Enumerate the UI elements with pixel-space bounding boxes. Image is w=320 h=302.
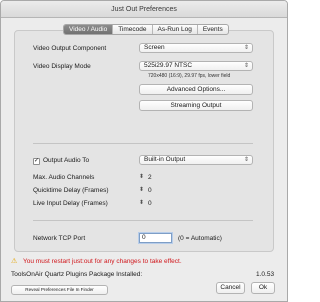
video-display-mode-info: 720x480 (16:9), 29.97 fps, lower field [148,73,231,79]
warning-triangle-icon: ⚠ [11,258,18,265]
quicktime-delay-label: Quicktime Delay (Frames) [33,187,109,194]
network-tcp-port-input[interactable]: 0 [139,233,172,243]
live-input-delay-value[interactable]: 0 [148,200,152,207]
stepper-arrows-icon[interactable]: ⬍ [139,187,144,194]
reveal-preferences-button[interactable]: Reveal Preferences File In Finder [11,285,108,295]
output-audio-checkbox[interactable]: ✓ [33,158,40,165]
stepper-arrows-icon[interactable]: ⬍ [139,200,144,207]
tab-timecode[interactable]: Timecode [113,25,153,34]
quicktime-delay-value[interactable]: 0 [148,187,152,194]
up-down-chevron-icon: ⇕ [243,157,249,163]
ok-button[interactable]: Ok [251,282,275,294]
network-tcp-port-hint: (0 = Automatic) [178,235,222,242]
video-display-mode-value: 525i29.97 NTSC [144,62,193,69]
window-title: Just Out Preferences [1,1,287,18]
section-divider [33,220,253,221]
stepper-arrows-icon[interactable]: ⬍ [139,174,144,181]
cancel-button[interactable]: Cancel [216,282,245,294]
advanced-options-button[interactable]: Advanced Options... [139,84,253,95]
output-audio-label: Output Audio To [43,157,90,164]
video-display-mode-popup[interactable]: 525i29.97 NTSC ⇕ [139,61,253,71]
output-audio-popup[interactable]: Built-in Output ⇕ [139,155,253,165]
max-audio-channels-label: Max. Audio Channels [33,174,95,181]
up-down-chevron-icon: ⇕ [243,45,249,51]
preferences-window: Just Out Preferences Video / Audio Timec… [0,0,288,302]
tab-bar: Video / Audio Timecode As-Run Log Events [63,24,229,35]
network-tcp-port-label: Network TCP Port [33,235,86,242]
output-audio-value: Built-in Output [144,156,186,163]
video-display-mode-label: Video Display Mode [33,63,91,70]
video-output-component-value: Screen [144,44,165,51]
restart-warning: You must restart just:out for any change… [23,258,182,265]
video-output-component-popup[interactable]: Screen ⇕ [139,43,253,53]
tab-events[interactable]: Events [198,25,228,34]
video-output-component-label: Video Output Component [33,45,107,52]
live-input-delay-label: Live Input Delay (Frames) [33,200,108,207]
tab-as-run-log[interactable]: As-Run Log [153,25,198,34]
section-divider [33,143,253,144]
max-audio-channels-value[interactable]: 2 [148,174,152,181]
plugins-package-label: ToolsOnAir Quartz Plugins Package Instal… [11,271,143,278]
up-down-chevron-icon: ⇕ [243,63,249,69]
tab-video-audio[interactable]: Video / Audio [64,25,114,34]
plugins-package-version: 1.0.53 [256,271,275,278]
streaming-output-button[interactable]: Streaming Output [139,100,253,111]
